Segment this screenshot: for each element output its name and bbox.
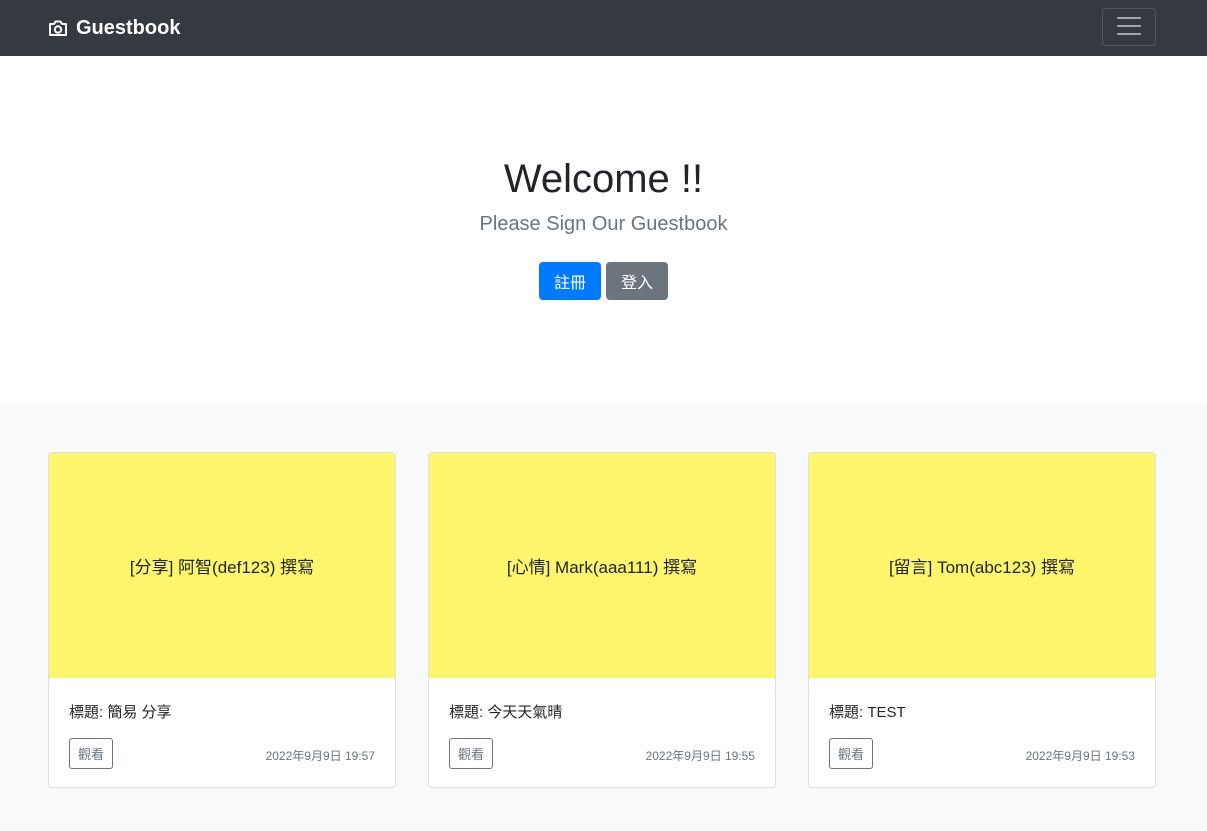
post-card-thumbnail[interactable]: [留言] Tom(abc123) 撰寫	[809, 453, 1155, 678]
register-button[interactable]: 註冊	[538, 262, 601, 300]
post-card: [心情] Mark(aaa111) 撰寫 標題: 今天天氣晴 觀看 2022年9…	[428, 452, 776, 788]
hero-section: Welcome !! Please Sign Our Guestbook 註冊 …	[0, 56, 1207, 404]
hero-buttons: 註冊 登入	[0, 262, 1207, 300]
post-album: [分享] 阿智(def123) 撰寫 標題: 簡易 分享 觀看 2022年9月9…	[0, 404, 1207, 831]
brand-label: Guestbook	[76, 16, 181, 39]
navbar: Guestbook	[0, 0, 1207, 56]
post-card: [留言] Tom(abc123) 撰寫 標題: TEST 觀看 2022年9月9…	[808, 452, 1156, 788]
navbar-toggler-button[interactable]	[1102, 8, 1156, 46]
post-card-date: 2022年9月9日 19:57	[265, 749, 375, 763]
brand-link[interactable]: Guestbook	[48, 0, 180, 56]
post-card-date: 2022年9月9日 19:55	[645, 749, 755, 763]
post-card-date: 2022年9月9日 19:53	[1025, 749, 1135, 763]
hamburger-menu-icon	[1114, 11, 1144, 44]
view-button[interactable]: 觀看	[829, 738, 874, 769]
post-card-thumbnail-text: [留言] Tom(abc123) 撰寫	[888, 558, 1076, 577]
post-card-title: 標題: 今天天氣晴	[449, 704, 563, 721]
post-card-thumbnail[interactable]: [分享] 阿智(def123) 撰寫	[49, 453, 395, 678]
login-button[interactable]: 登入	[606, 262, 669, 300]
post-card-title: 標題: TEST	[829, 704, 906, 721]
view-button[interactable]: 觀看	[69, 738, 114, 769]
post-card-thumbnail-text: [分享] 阿智(def123) 撰寫	[129, 558, 315, 577]
view-button[interactable]: 觀看	[449, 738, 494, 769]
post-card-title: 標題: 簡易 分享	[69, 704, 172, 721]
hero-lead: Please Sign Our Guestbook	[479, 213, 728, 235]
post-card-thumbnail[interactable]: [心情] Mark(aaa111) 撰寫	[429, 453, 775, 678]
hero-heading: Welcome !!	[503, 157, 704, 201]
post-card: [分享] 阿智(def123) 撰寫 標題: 簡易 分享 觀看 2022年9月9…	[48, 452, 396, 788]
camera-icon	[48, 19, 68, 37]
post-card-thumbnail-text: [心情] Mark(aaa111) 撰寫	[506, 558, 698, 577]
